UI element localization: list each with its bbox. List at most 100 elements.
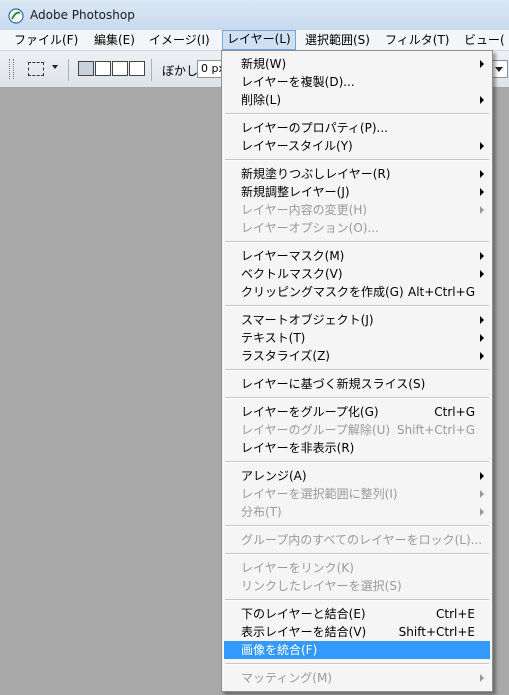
menu-item: マッティング(M) (224, 669, 490, 687)
menu-item[interactable]: レイヤーをグループ化(G) Ctrl+G (224, 403, 490, 421)
menu-item-label: アレンジ(A) (241, 469, 307, 483)
menu-item-label: レイヤーに基づく新規スライス(S) (241, 377, 426, 391)
menu-item-label: 新規調整レイヤー(J) (241, 185, 350, 199)
menu-item-label: レイヤーのグループ解除(U) (241, 423, 391, 437)
menubar-item[interactable]: レイヤー(L) (222, 30, 296, 50)
menu-separator (225, 461, 489, 463)
menu-separator (225, 599, 489, 601)
menu-item[interactable]: レイヤーに基づく新規スライス(S) (224, 375, 490, 393)
menu-item[interactable]: 削除(L) (224, 91, 490, 109)
intersect-selection-icon[interactable] (129, 61, 145, 76)
menu-item[interactable]: 表示レイヤーを結合(V) Shift+Ctrl+E (224, 623, 490, 641)
menu-item-label: 表示レイヤーを結合(V) (241, 625, 367, 639)
submenu-arrow-icon (480, 252, 484, 260)
window-title: Adobe Photoshop (30, 8, 135, 22)
menu-item-shortcut: Ctrl+E (436, 607, 475, 621)
menu-item[interactable]: クリッピングマスクを作成(G) Alt+Ctrl+G (224, 283, 490, 301)
menu-item: 分布(T) (224, 503, 490, 521)
menu-item[interactable]: レイヤーのプロパティ(P)... (224, 119, 490, 137)
menu-item-label: レイヤーを複製(D)... (241, 75, 355, 89)
menu-separator (225, 553, 489, 555)
add-to-selection-icon[interactable] (95, 61, 111, 76)
menu-item-label: レイヤーを選択範囲に整列(I) (241, 487, 398, 501)
menu-item-label: 新規(W) (241, 57, 287, 71)
menu-item[interactable]: 画像を統合(F) (224, 641, 490, 659)
submenu-arrow-icon (480, 96, 484, 104)
menu-item-label: テキスト(T) (241, 331, 306, 345)
menu-item[interactable]: レイヤーを複製(D)... (224, 73, 490, 91)
toolbar-grip[interactable] (9, 59, 14, 79)
submenu-arrow-icon (480, 188, 484, 196)
menu-item[interactable]: アレンジ(A) (224, 467, 490, 485)
menu-separator (225, 663, 489, 665)
menubar-item[interactable]: ファイル(F) (10, 31, 82, 49)
menu-item-label: レイヤーオプション(O)... (241, 221, 379, 235)
submenu-arrow-icon (480, 60, 484, 68)
menu-bar: ファイル(F) 編集(E) イメージ(I) レイヤー(L) 選択範囲(S) フィルタ(T)… (0, 30, 509, 51)
title-bar: Adobe Photoshop (0, 0, 509, 31)
new-selection-icon[interactable] (78, 61, 94, 76)
submenu-arrow-icon (480, 270, 484, 278)
menu-item-shortcut: Shift+Ctrl+G (396, 423, 475, 437)
menu-item[interactable]: テキスト(T) (224, 329, 490, 347)
photoshop-app-icon (8, 8, 24, 24)
menu-item[interactable]: ラスタライズ(Z) (224, 347, 490, 365)
submenu-arrow-icon (480, 674, 484, 682)
menu-item[interactable]: スマートオブジェクト(J) (224, 311, 490, 329)
submenu-arrow-icon (480, 352, 484, 360)
menu-item: レイヤーオプション(O)... (224, 219, 490, 237)
menu-item[interactable]: 新規塗りつぶしレイヤー(R) (224, 165, 490, 183)
layer-menu-dropdown: 新規(W) レイヤーを複製(D)... 削除(L) レイヤーのプロパティ(P)... レ… (221, 50, 493, 692)
submenu-arrow-icon (480, 334, 484, 342)
menu-item-label: グループ内のすべてのレイヤーをロック(L)... (241, 533, 483, 547)
menu-separator (225, 305, 489, 307)
menu-item-label: レイヤースタイル(Y) (241, 139, 353, 153)
menu-item[interactable]: レイヤースタイル(Y) (224, 137, 490, 155)
menu-item-label: リンクしたレイヤーを選択(S) (241, 579, 402, 593)
subtract-from-selection-icon[interactable] (112, 61, 128, 76)
menu-item-label: レイヤー内容の変更(H) (241, 203, 368, 217)
menu-item-label: 下のレイヤーと結合(E) (241, 607, 366, 621)
menu-item-label: ベクトルマスク(V) (241, 267, 343, 281)
menu-separator (225, 525, 489, 527)
menu-item[interactable]: ベクトルマスク(V) (224, 265, 490, 283)
menu-separator (225, 241, 489, 243)
menu-item-label: スマートオブジェクト(J) (241, 313, 374, 327)
menu-item-label: 画像を統合(F) (241, 643, 318, 657)
menu-item[interactable]: レイヤーマスク(M) (224, 247, 490, 265)
menu-item[interactable]: 新規(W) (224, 55, 490, 73)
separator (68, 59, 69, 81)
submenu-arrow-icon (480, 316, 484, 324)
rectangular-marquee-icon[interactable] (28, 62, 44, 76)
submenu-arrow-icon (480, 142, 484, 150)
menu-item-shortcut: Shift+Ctrl+E (398, 625, 475, 639)
menubar-item[interactable]: 編集(E) (90, 31, 139, 49)
menu-item: レイヤーをリンク(K) (224, 559, 490, 577)
menu-item-shortcut: Ctrl+G (434, 405, 475, 419)
menu-item[interactable]: 下のレイヤーと結合(E) Ctrl+E (224, 605, 490, 623)
tool-preset-dropdown-icon[interactable] (52, 65, 58, 69)
submenu-arrow-icon (480, 170, 484, 178)
menu-item[interactable]: 新規調整レイヤー(J) (224, 183, 490, 201)
menu-item-label: レイヤーのプロパティ(P)... (241, 121, 388, 135)
menubar-item[interactable]: イメージ(I) (145, 31, 214, 49)
menubar-item[interactable]: フィルタ(T) (381, 31, 453, 49)
menubar-item[interactable]: ビュー( (460, 31, 509, 49)
submenu-arrow-icon (480, 490, 484, 498)
menu-item[interactable]: レイヤーを非表示(R) (224, 439, 490, 457)
menu-separator (225, 159, 489, 161)
menubar-item[interactable]: 選択範囲(S) (301, 31, 374, 49)
menu-item: レイヤーを選択範囲に整列(I) (224, 485, 490, 503)
menu-item-shortcut: Alt+Ctrl+G (407, 285, 475, 299)
menu-item: レイヤー内容の変更(H) (224, 201, 490, 219)
menu-item: リンクしたレイヤーを選択(S) (224, 577, 490, 595)
menu-separator (225, 113, 489, 115)
menu-separator (225, 397, 489, 399)
chevron-down-icon (495, 67, 503, 72)
menu-item: グループ内のすべてのレイヤーをロック(L)... (224, 531, 490, 549)
submenu-arrow-icon (480, 508, 484, 516)
menu-item-label: 分布(T) (241, 505, 282, 519)
menu-item-label: レイヤーをリンク(K) (241, 561, 354, 575)
submenu-arrow-icon (480, 206, 484, 214)
menu-item-label: レイヤーをグループ化(G) (241, 405, 379, 419)
